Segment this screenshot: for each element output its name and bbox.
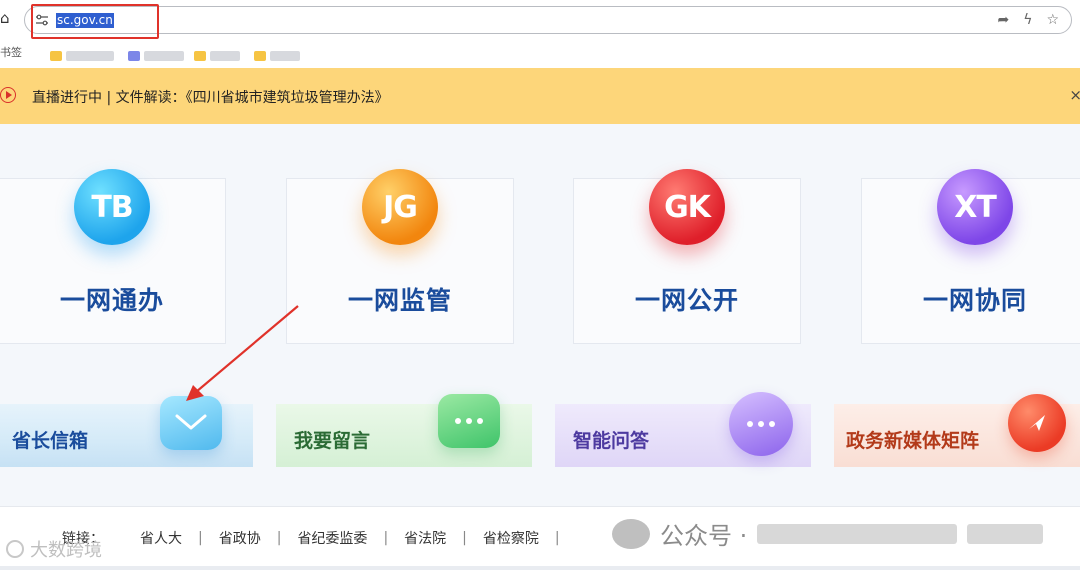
service-card-jg[interactable]: JG 一网监管 [286,169,514,344]
service-card-title[interactable]: 一网公开 [574,281,800,317]
folder-icon [50,50,62,61]
link-provincial-congress[interactable]: 省人大 [124,528,198,548]
tile-label[interactable]: 政务新媒体矩阵 [846,426,979,453]
link-discipline-commission[interactable]: 省纪委监委 [281,528,383,548]
notice-text[interactable]: 直播进行中 | 文件解读：《四川省城市建筑垃圾管理办法》 [32,87,389,107]
envelope-icon [160,396,222,450]
xt-badge-icon: XT [937,169,1013,245]
bookmarks-label[interactable]: 书签 [0,44,22,60]
bookmark-item[interactable] [194,45,240,61]
service-card-gk[interactable]: GK 一网公开 [573,169,801,344]
wechat-logo-icon [612,518,650,549]
new-media-matrix-tile[interactable]: 政务新媒体矩阵 [834,394,1080,467]
star-bookmark-icon[interactable]: ☆ [1046,11,1059,29]
tb-badge-icon: TB [74,169,150,245]
url-annotation-box [31,4,159,39]
bookmark-item[interactable] [50,45,114,61]
play-icon [0,87,16,103]
link-provincial-court[interactable]: 省法院 [388,528,462,548]
smart-qa-tile[interactable]: 智能问答 [555,392,811,467]
wechat-watermark: 公众号 · [612,516,1044,551]
jg-badge-icon: JG [362,169,438,245]
live-notice-bar[interactable]: 直播进行中 | 文件解读：《四川省城市建筑垃圾管理办法》 × [0,68,1080,124]
home-icon[interactable]: ⌂ [0,10,14,26]
brand-watermark: 大数跨境 [6,536,102,562]
share-icon[interactable]: ➦ [997,11,1009,29]
bookmark-item[interactable] [254,45,300,61]
chat-bubble-icon [438,394,500,448]
address-bar[interactable]: sc.gov.cn ➦ ϟ ☆ [24,6,1072,34]
service-card-title[interactable]: 一网通办 [0,281,225,317]
link-procuratorate[interactable]: 省检察院 [467,528,555,548]
address-bar-actions: ➦ ϟ ☆ [997,11,1059,29]
bookmark-item[interactable] [128,45,184,61]
brand-logo-icon [6,540,24,558]
folder-icon [254,50,266,61]
governor-mailbox-tile[interactable]: 省长信箱 [0,396,253,467]
lightning-icon[interactable]: ϟ [1023,11,1032,29]
paper-plane-icon [1008,394,1066,452]
app-icon [128,50,140,61]
tile-label[interactable]: 智能问答 [573,426,649,453]
browser-chrome: ⌂ sc.gov.cn ➦ ϟ ☆ 书签 [0,0,1080,68]
ai-chat-icon [729,392,793,456]
footer-links-bar: 链接： 省人大 | 省政协 | 省纪委监委 | 省法院 | 省检察院 | 公众号… [0,506,1080,566]
leave-message-tile[interactable]: 我要留言 [276,394,532,467]
tile-label[interactable]: 省长信箱 [12,426,88,453]
service-card-tb[interactable]: TB 一网通办 [0,169,226,344]
close-icon[interactable]: × [1069,86,1080,104]
service-cards: TB 一网通办 JG 一网监管 GK 一网公开 XT 一网协同 [0,124,1080,384]
service-card-xt[interactable]: XT 一网协同 [861,169,1080,344]
related-links: 链接： 省人大 | 省政协 | 省纪委监委 | 省法院 | 省检察院 | [62,528,560,548]
service-card-title[interactable]: 一网协同 [862,281,1080,317]
link-provincial-cppcc[interactable]: 省政协 [203,528,277,548]
tile-label[interactable]: 我要留言 [294,426,370,453]
brand-watermark-text: 大数跨境 [30,540,102,561]
gk-badge-icon: GK [649,169,725,245]
watermark-text: 公众号 · [660,522,748,550]
service-card-title[interactable]: 一网监管 [287,281,513,317]
bookmarks-bar: 书签 [0,42,1080,61]
folder-icon [194,50,206,61]
